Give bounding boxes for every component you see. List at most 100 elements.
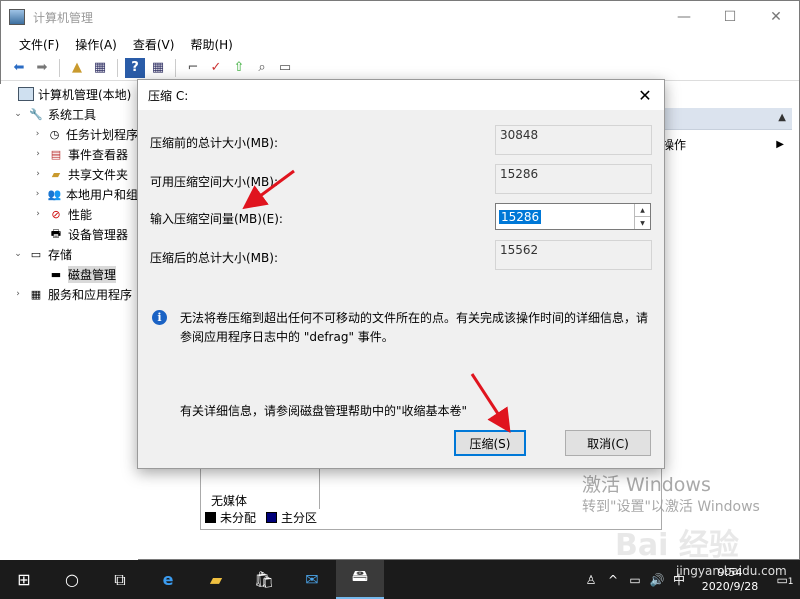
menu-file[interactable]: 文件(F) — [11, 36, 67, 53]
chevron-down-icon[interactable]: ⌄ — [12, 109, 24, 119]
toolbar-divider — [175, 58, 176, 77]
arrow-up-icon[interactable]: ⇧ — [229, 58, 249, 78]
chevron-right-icon[interactable]: › — [32, 209, 44, 219]
store-icon[interactable]: 🛍 — [240, 560, 288, 599]
baidu-watermark: Bai 经验 — [615, 528, 739, 563]
tree-item-task-scheduler[interactable]: › ◷ 任务计划程序 — [0, 124, 138, 144]
collapse-up-icon[interactable]: ▲ — [778, 112, 786, 123]
dialog-title: 压缩 C: — [148, 88, 189, 103]
cancel-button[interactable]: 取消(C) — [565, 430, 651, 456]
menu-view[interactable]: 查看(V) — [125, 36, 183, 53]
legend-swatch-unallocated — [205, 512, 216, 523]
dialog-close-button[interactable]: ✕ — [634, 84, 656, 106]
clock-icon: ◷ — [49, 127, 60, 141]
total-after-field: 15562 — [495, 240, 652, 270]
help-icon[interactable]: ? — [125, 57, 145, 78]
chevron-down-icon[interactable]: ⌄ — [12, 249, 24, 259]
close-button[interactable]: ✕ — [753, 1, 799, 33]
shrink-dialog: 压缩 C: ✕ 压缩前的总计大小(MB): 30848 可用压缩空间大小(MB)… — [137, 79, 665, 469]
activate-windows-subtitle: 转到"设置"以激活 Windows — [582, 499, 760, 515]
edge-icon[interactable]: e — [144, 560, 192, 599]
tree-item-local-users[interactable]: › 👥 本地用户和组 — [0, 184, 138, 204]
info-icon: i — [152, 310, 167, 325]
chevron-right-icon[interactable]: › — [12, 289, 24, 299]
legend-unallocated: 未分配 — [220, 511, 257, 525]
total-before-field: 30848 — [495, 125, 652, 155]
maximize-button[interactable]: ☐ — [707, 1, 753, 33]
tree-item-disk-management[interactable]: ▬ 磁盘管理 — [0, 264, 138, 284]
menu-bar: 文件(F) 操作(A) 查看(V) 帮助(H) — [1, 33, 799, 55]
users-icon: 👥 — [47, 187, 62, 201]
computer-management-taskbar-icon[interactable]: 🖴 — [336, 560, 384, 599]
info-text: 无法将卷压缩到超出任何不可移动的文件所在的点。有关完成该操作时间的详细信息，请参… — [180, 311, 649, 344]
tree-item-event-viewer[interactable]: › ▤ 事件查看器 — [0, 144, 138, 164]
tree-item-storage[interactable]: ⌄ ▭ 存储 — [0, 244, 138, 264]
chevron-right-icon[interactable]: › — [32, 149, 44, 159]
help-text: 有关详细信息，请参阅磁盘管理帮助中的"收缩基本卷" — [180, 404, 468, 418]
tree-item-root[interactable]: 计算机管理(本地) — [0, 84, 138, 104]
chevron-up-icon[interactable]: ^ — [602, 573, 624, 587]
actions-pane-header[interactable]: ▲ — [662, 108, 792, 130]
forward-icon[interactable]: ➡ — [32, 58, 52, 78]
toolbar-divider — [59, 58, 60, 77]
properties-icon[interactable]: ▭ — [275, 58, 295, 78]
disk-legend: 未分配 主分区 — [205, 509, 317, 526]
navigation-tree: 计算机管理(本地) ⌄ 🔧 系统工具 › ◷ 任务计划程序 › ▤ 事件查看器 … — [0, 84, 138, 560]
mail-icon[interactable]: ✉ — [288, 560, 336, 599]
show-hide-tree-icon[interactable]: ▦ — [90, 58, 110, 78]
menu-action[interactable]: 操作(A) — [67, 36, 125, 53]
show-action-pane-icon[interactable]: ▦ — [148, 58, 168, 78]
total-after-label: 压缩后的总计大小(MB): — [150, 251, 278, 265]
tools-icon: 🔧 — [29, 107, 43, 121]
dialog-body: 压缩前的总计大小(MB): 30848 可用压缩空间大小(MB): 15286 … — [138, 110, 664, 468]
event-log-icon: ▤ — [50, 147, 62, 161]
chevron-right-icon[interactable]: › — [32, 129, 43, 139]
people-icon[interactable]: ♙ — [580, 573, 602, 587]
back-icon[interactable]: ⬅ — [9, 58, 29, 78]
chevron-right-icon[interactable]: › — [32, 169, 44, 179]
menu-help[interactable]: 帮助(H) — [182, 36, 240, 53]
search-circle-icon[interactable]: ○ — [48, 560, 96, 599]
shrink-amount-stepper[interactable]: ▲ ▼ — [634, 204, 650, 229]
performance-icon: ⊘ — [51, 207, 61, 221]
submenu-arrow-icon: ▶ — [776, 138, 784, 150]
tree-item-system-tools[interactable]: ⌄ 🔧 系统工具 — [0, 104, 138, 124]
disk-icon: ▬ — [50, 267, 62, 281]
file-explorer-icon[interactable]: ▰ — [192, 560, 240, 599]
shrink-amount-input[interactable]: 15286 ▲ ▼ — [495, 203, 651, 230]
tree-item-performance[interactable]: › ⊘ 性能 — [0, 204, 138, 224]
actions-more[interactable]: 操作 ▶ — [662, 134, 792, 154]
check-icon[interactable]: ✓ — [206, 58, 226, 78]
tree-item-device-manager[interactable]: 🖶 设备管理器 — [0, 224, 138, 244]
legend-primary: 主分区 — [281, 511, 318, 525]
task-view-icon[interactable]: ⧉ — [96, 560, 144, 599]
services-icon: ▦ — [30, 287, 42, 301]
spin-up-icon[interactable]: ▲ — [635, 204, 650, 217]
tree-item-services-apps[interactable]: › ▦ 服务和应用程序 — [0, 284, 138, 304]
connect-icon[interactable]: ⌐ — [183, 58, 203, 78]
toolbar-divider — [117, 58, 118, 77]
site-watermark: jingyan.baidu.com — [676, 564, 787, 578]
total-before-label: 压缩前的总计大小(MB): — [150, 136, 278, 150]
activate-windows-title: 激活 Windows — [582, 474, 711, 496]
legend-swatch-primary — [266, 512, 278, 523]
spin-down-icon[interactable]: ▼ — [635, 217, 650, 229]
up-folder-icon[interactable]: ▲ — [67, 58, 87, 78]
divider — [319, 469, 320, 509]
available-label: 可用压缩空间大小(MB): — [150, 175, 278, 189]
available-field: 15286 — [495, 164, 652, 194]
minimize-button[interactable]: — — [661, 1, 707, 33]
storage-icon: ▭ — [30, 247, 42, 261]
volume-icon[interactable]: 🔊 — [646, 573, 668, 587]
start-icon[interactable]: ⊞ — [0, 560, 48, 599]
shrink-button[interactable]: 压缩(S) — [454, 430, 526, 456]
chevron-right-icon[interactable]: › — [32, 189, 43, 199]
search-icon[interactable]: ⌕ — [252, 58, 272, 78]
no-media-label: 无媒体 — [211, 494, 248, 508]
shared-folder-icon: ▰ — [51, 167, 61, 181]
computer-icon — [18, 87, 34, 101]
network-icon[interactable]: ▭ — [624, 573, 646, 587]
toolbar: ⬅ ➡ ▲ ▦ ? ▦ ⌐ ✓ ⇧ ⌕ ▭ — [1, 55, 799, 81]
tree-item-shared-folders[interactable]: › ▰ 共享文件夹 — [0, 164, 138, 184]
device-manager-icon: 🖶 — [50, 226, 62, 240]
